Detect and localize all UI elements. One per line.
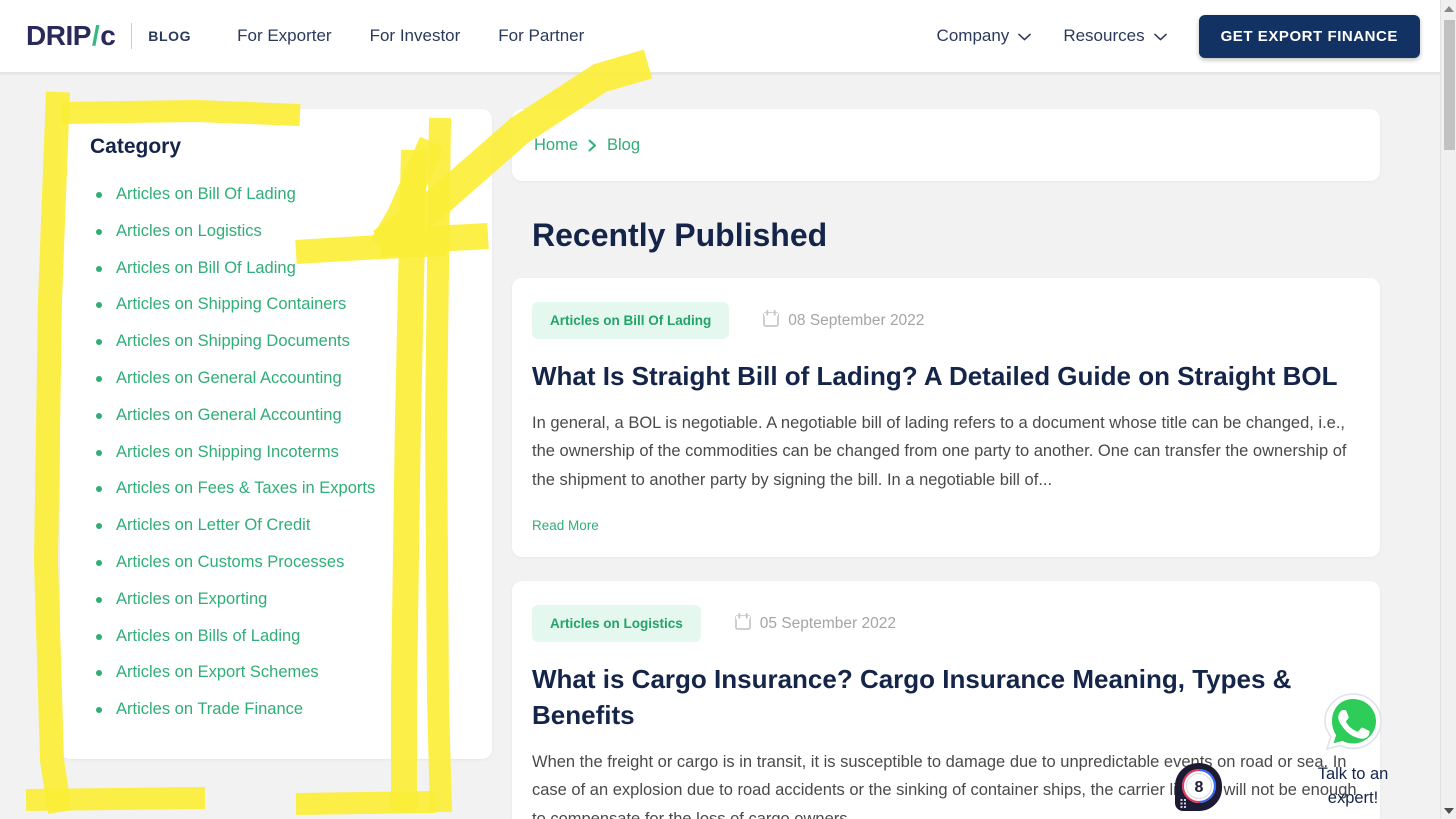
list-item: Articles on Shipping Containers [90,295,462,315]
whatsapp-label: Talk to an expert! [1278,763,1428,811]
breadcrumb-home[interactable]: Home [534,136,578,155]
sidebar-item-general-accounting[interactable]: Articles on General Accounting [116,369,342,387]
article-meta: Articles on Logistics 05 September 2022 [532,605,1360,642]
browser-viewport: DRIP / c BLOG For Exporter For Investor Fo… [0,0,1456,819]
logo-word-text: DRIP [26,20,91,51]
brand-divider [131,23,133,49]
list-item: Articles on Shipping Documents [90,332,462,352]
whatsapp-icon[interactable] [1321,691,1385,755]
list-item: Articles on Bill Of Lading [90,259,462,279]
list-item: Articles on Bills of Lading [90,627,462,647]
count-badge-value: 8 [1195,779,1204,796]
read-more-link[interactable]: Read More [532,518,599,533]
chevron-right-icon [588,139,597,152]
primary-nav: For Exporter For Investor For Partner [237,26,584,46]
secondary-nav: Company Resources GET EXPORT FINANCE [936,14,1420,58]
category-sidebar: Category Articles on Bill Of Lading Arti… [60,109,492,759]
whatsapp-widget[interactable]: Talk to an expert! [1278,691,1428,811]
sidebar-item-general-accounting-2[interactable]: Articles on General Accounting [116,406,342,424]
list-item: Articles on Export Schemes [90,663,462,683]
list-item: Articles on Trade Finance [90,700,462,720]
article-meta: Articles on Bill Of Lading 08 September … [532,302,1360,339]
scroll-up-arrow-icon[interactable] [1441,0,1456,17]
logo-slash: / [91,20,100,51]
sidebar-item-trade-finance[interactable]: Articles on Trade Finance [116,700,303,718]
drip-logo[interactable]: DRIP / c [26,20,116,51]
header-shadow [0,73,1440,76]
page-content: Category Articles on Bill Of Lading Arti… [0,73,1440,819]
article-excerpt: In general, a BOL is negotiable. A negot… [532,413,1347,489]
chevron-down-icon [1153,33,1167,40]
article-date: 08 September 2022 [763,309,925,332]
nav-item-company[interactable]: Company [936,26,1032,46]
article-excerpt: When the freight or cargo is in transit,… [532,752,1357,819]
count-badge[interactable]: 8 [1174,762,1224,812]
article-date-text: 05 September 2022 [759,614,896,632]
scrollbar-thumb[interactable] [1444,20,1455,150]
sidebar-item-logistics[interactable]: Articles on Logistics [116,222,262,240]
article-title[interactable]: What is Cargo Insurance? Cargo Insurance… [532,662,1360,734]
calendar-icon [734,612,751,635]
breadcrumb-blog[interactable]: Blog [607,136,640,155]
sidebar-item-bill-of-lading-2[interactable]: Articles on Bill Of Lading [116,259,296,277]
sidebar-item-export-schemes[interactable]: Articles on Export Schemes [116,663,319,681]
article-date: 05 September 2022 [734,612,896,635]
main-column: Home Blog Recently Published Articles on… [512,109,1380,819]
article-card[interactable]: Articles on Bill Of Lading 08 September … [512,278,1380,557]
status-badge[interactable]: Articles on Logistics [532,605,701,642]
list-item: Articles on Fees & Taxes in Exports [90,479,462,499]
scroll-down-arrow-icon[interactable] [1441,802,1456,819]
sidebar-item-bill-of-lading[interactable]: Articles on Bill Of Lading [116,185,296,203]
nav-item-for-partner[interactable]: For Partner [498,26,584,46]
whatsapp-label-line2: expert! [1327,789,1379,808]
list-item: Articles on Exporting [90,590,462,610]
nav-item-for-exporter[interactable]: For Exporter [237,26,331,46]
sidebar-item-customs-processes[interactable]: Articles on Customs Processes [116,553,344,571]
calendar-icon [763,309,780,332]
vertical-scrollbar[interactable] [1440,0,1456,819]
sidebar-item-shipping-incoterms[interactable]: Articles on Shipping Incoterms [116,443,339,461]
list-item: Articles on Letter Of Credit [90,516,462,536]
article-title[interactable]: What Is Straight Bill of Lading? A Detai… [532,359,1360,395]
page-title: Recently Published [532,217,828,253]
article-date-text: 08 September 2022 [788,311,925,329]
article-card[interactable]: Articles on Logistics 05 September 2022 [512,581,1380,819]
nav-item-for-investor[interactable]: For Investor [370,26,461,46]
sidebar-item-shipping-documents[interactable]: Articles on Shipping Documents [116,332,350,350]
blog-label[interactable]: BLOG [148,28,191,44]
sidebar-item-fees-taxes-in-exports[interactable]: Articles on Fees & Taxes in Exports [116,479,375,497]
nav-item-resources[interactable]: Resources [1063,26,1167,46]
sidebar-title: Category [90,135,182,158]
sidebar-item-letter-of-credit[interactable]: Articles on Letter Of Credit [116,516,310,534]
list-item: Articles on General Accounting [90,369,462,389]
chevron-down-icon [1018,33,1032,40]
nav-item-company-label: Company [936,26,1010,45]
sidebar-item-bills-of-lading[interactable]: Articles on Bills of Lading [116,627,300,645]
list-item: Articles on Bill Of Lading [90,185,462,205]
category-list: Articles on Bill Of Lading Articles on L… [90,185,462,720]
sidebar-item-exporting[interactable]: Articles on Exporting [116,590,267,608]
nav-item-resources-label: Resources [1063,26,1145,45]
list-item: Articles on Shipping Incoterms [90,443,462,463]
sidebar-item-shipping-containers[interactable]: Articles on Shipping Containers [116,295,346,313]
get-export-finance-button[interactable]: GET EXPORT FINANCE [1198,14,1420,58]
list-item: Articles on Customs Processes [90,553,462,573]
list-item: Articles on Logistics [90,222,462,242]
whatsapp-label-line1: Talk to an [1317,765,1389,784]
status-badge[interactable]: Articles on Bill Of Lading [532,302,730,339]
breadcrumb: Home Blog [512,109,1380,181]
site-header: DRIP / c BLOG For Exporter For Investor Fo… [0,0,1440,73]
list-item: Articles on General Accounting [90,406,462,426]
brand-block[interactable]: DRIP / c BLOG [26,22,191,50]
logo-suffix: c [100,20,116,51]
